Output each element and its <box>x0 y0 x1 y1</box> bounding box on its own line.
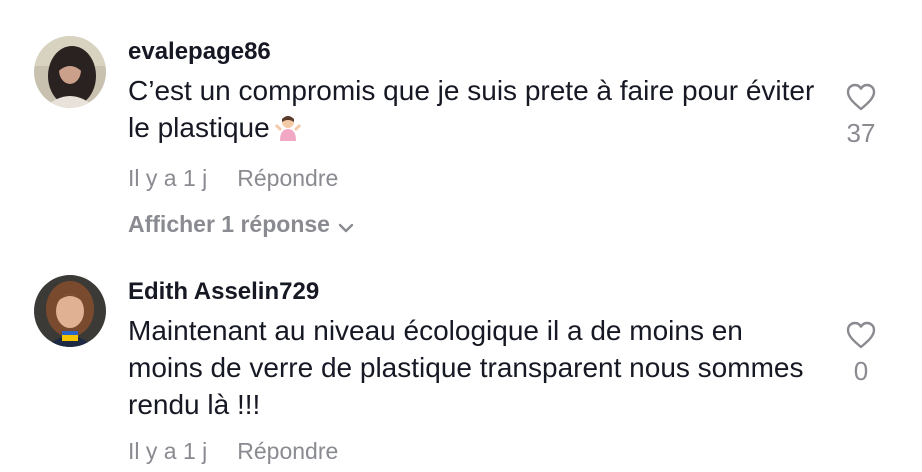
comment-text: Maintenant au niveau écologique il a de … <box>128 315 804 420</box>
like-count: 0 <box>853 356 869 386</box>
comment-timestamp: Il y a 1 j <box>128 165 208 191</box>
comment-meta: Il y a 1 j Répondre <box>128 163 818 193</box>
chevron-down-icon <box>338 223 354 233</box>
like-container: 37 <box>832 82 890 148</box>
comment-timestamp: Il y a 1 j <box>128 438 208 464</box>
like-count: 37 <box>846 118 876 148</box>
view-replies-button[interactable]: Afficher 1 réponse <box>128 209 818 239</box>
comment-username[interactable]: Edith Asselin729 <box>128 277 818 307</box>
comment-username[interactable]: evalepage86 <box>128 37 818 67</box>
avatar[interactable] <box>34 36 106 108</box>
heart-icon[interactable] <box>845 320 877 350</box>
view-replies-label: Afficher 1 réponse <box>128 211 330 237</box>
comment-body: evalepage86 C’est un compromis que je su… <box>128 37 818 239</box>
comment-text: C’est un compromis que je suis prete à f… <box>128 72 818 150</box>
avatar[interactable] <box>34 275 106 347</box>
person-shrugging-emoji-icon <box>274 113 302 150</box>
reply-button[interactable]: Répondre <box>237 438 338 464</box>
like-container: 0 <box>832 320 890 386</box>
comment-meta: Il y a 1 j Répondre <box>128 436 818 466</box>
reply-button[interactable]: Répondre <box>237 165 338 191</box>
comment-body: Edith Asselin729 Maintenant au niveau éc… <box>128 277 818 466</box>
comment-text-content: C’est un compromis que je suis prete à f… <box>128 75 815 143</box>
heart-icon[interactable] <box>845 82 877 112</box>
